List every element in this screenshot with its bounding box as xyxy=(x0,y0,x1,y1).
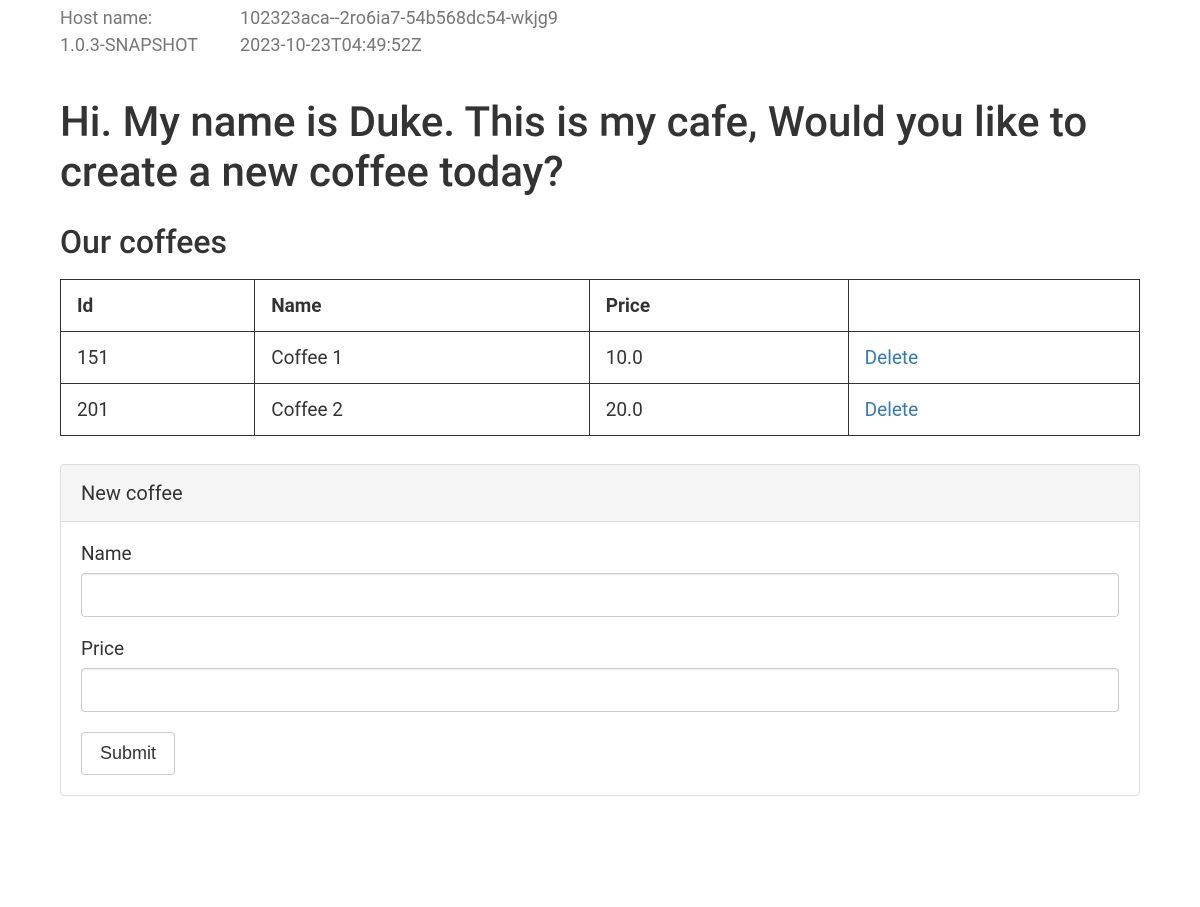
submit-button[interactable]: Submit xyxy=(81,732,175,775)
name-label: Name xyxy=(81,542,1119,565)
cell-name: Coffee 2 xyxy=(255,383,589,435)
price-input[interactable] xyxy=(81,668,1119,712)
column-header-name: Name xyxy=(255,279,589,331)
cell-id: 201 xyxy=(61,383,255,435)
header-info: Host name: 102323aca--2ro6ia7-54b568dc54… xyxy=(60,8,1140,56)
column-header-action xyxy=(848,279,1139,331)
column-header-id: Id xyxy=(61,279,255,331)
delete-link[interactable]: Delete xyxy=(865,346,919,369)
new-coffee-panel: New coffee Name Price Submit xyxy=(60,464,1140,796)
cell-action: Delete xyxy=(848,331,1139,383)
cell-price: 20.0 xyxy=(589,383,848,435)
build-timestamp: 2023-10-23T04:49:52Z xyxy=(240,35,422,56)
panel-heading: New coffee xyxy=(61,465,1139,522)
cell-id: 151 xyxy=(61,331,255,383)
cell-name: Coffee 1 xyxy=(255,331,589,383)
version-label: 1.0.3-SNAPSHOT xyxy=(60,35,240,56)
delete-link[interactable]: Delete xyxy=(865,398,919,421)
table-row: 151 Coffee 1 10.0 Delete xyxy=(61,331,1140,383)
page-title: Hi. My name is Duke. This is my cafe, Wo… xyxy=(60,98,1140,199)
host-name-label: Host name: xyxy=(60,8,240,29)
host-name-value: 102323aca--2ro6ia7-54b568dc54-wkjg9 xyxy=(240,8,558,29)
column-header-price: Price xyxy=(589,279,848,331)
cell-action: Delete xyxy=(848,383,1139,435)
coffee-table: Id Name Price 151 Coffee 1 10.0 Delete 2… xyxy=(60,279,1140,436)
cell-price: 10.0 xyxy=(589,331,848,383)
section-title: Our coffees xyxy=(60,223,1140,261)
name-input[interactable] xyxy=(81,573,1119,617)
price-label: Price xyxy=(81,637,1119,660)
table-row: 201 Coffee 2 20.0 Delete xyxy=(61,383,1140,435)
